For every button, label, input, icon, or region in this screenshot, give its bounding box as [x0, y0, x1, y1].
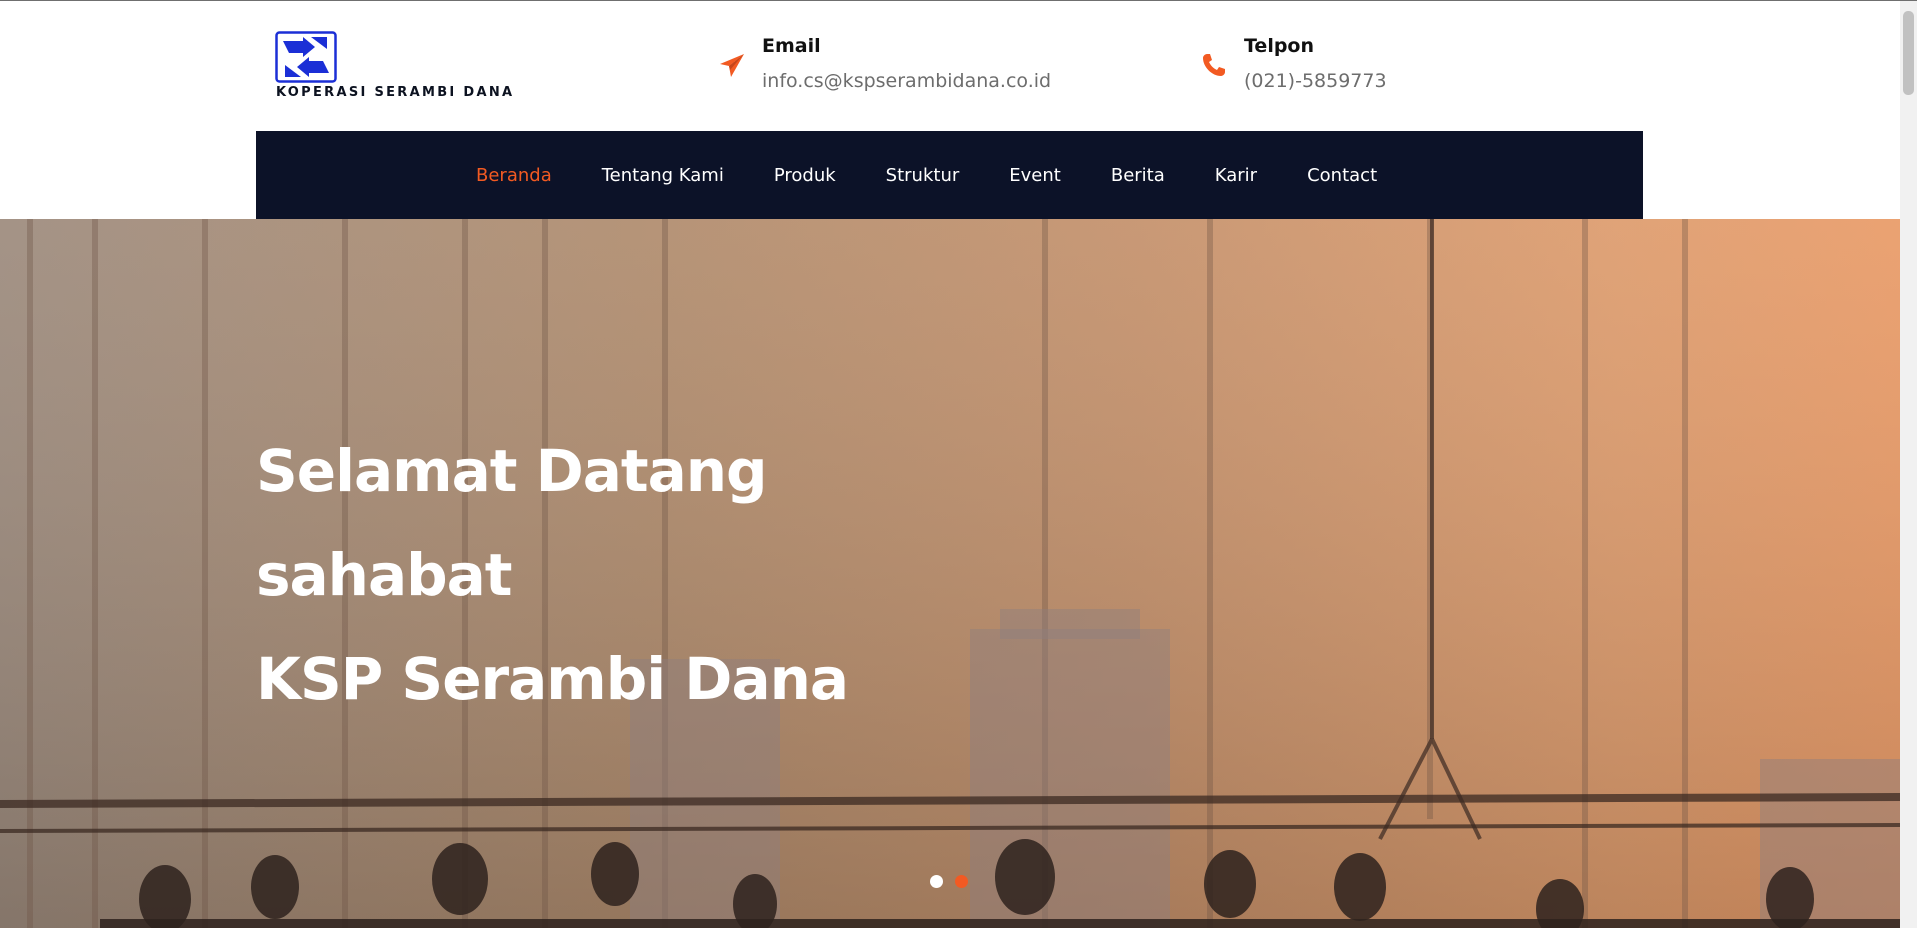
hero-slider: Selamat Datang sahabat KSP Serambi Dana [0, 219, 1900, 928]
slider-dot-1[interactable] [930, 875, 943, 888]
serambi-dana-logo-icon [275, 31, 337, 83]
email-value[interactable]: info.cs@kspserambidana.co.id [762, 70, 1051, 92]
slider-dot-2[interactable] [955, 875, 968, 888]
hero-heading: Selamat Datang sahabat KSP Serambi Dana [256, 419, 849, 731]
hero-line-1: Selamat Datang [256, 437, 768, 505]
brand-name: KOPERASI SERAMBI DANA [276, 85, 515, 100]
page-scrollbar[interactable] [1900, 1, 1917, 928]
email-title: Email [762, 35, 821, 57]
hero-line-2: sahabat [256, 541, 512, 609]
nav-list: Beranda Tentang Kami Produk Struktur Eve… [476, 131, 1427, 219]
nav-item-produk[interactable]: Produk [774, 165, 836, 186]
nav-item-beranda[interactable]: Beranda [476, 165, 552, 186]
nav-item-event[interactable]: Event [1009, 165, 1061, 186]
paper-plane-icon [720, 54, 744, 77]
phone-icon [1203, 54, 1225, 76]
phone-value[interactable]: (021)-5859773 [1244, 70, 1387, 92]
scrollbar-thumb[interactable] [1903, 11, 1914, 95]
page: KOPERASI SERAMBI DANA Email info.cs@ksps… [0, 1, 1900, 928]
nav-item-berita[interactable]: Berita [1111, 165, 1165, 186]
phone-title: Telpon [1244, 35, 1315, 57]
nav-item-karir[interactable]: Karir [1215, 165, 1257, 186]
hero-line-3: KSP Serambi Dana [256, 645, 849, 713]
nav-item-contact[interactable]: Contact [1307, 165, 1377, 186]
main-nav: Beranda Tentang Kami Produk Struktur Eve… [256, 131, 1643, 219]
slider-dots [930, 875, 980, 888]
nav-item-tentang-kami[interactable]: Tentang Kami [602, 165, 724, 186]
nav-item-struktur[interactable]: Struktur [886, 165, 960, 186]
